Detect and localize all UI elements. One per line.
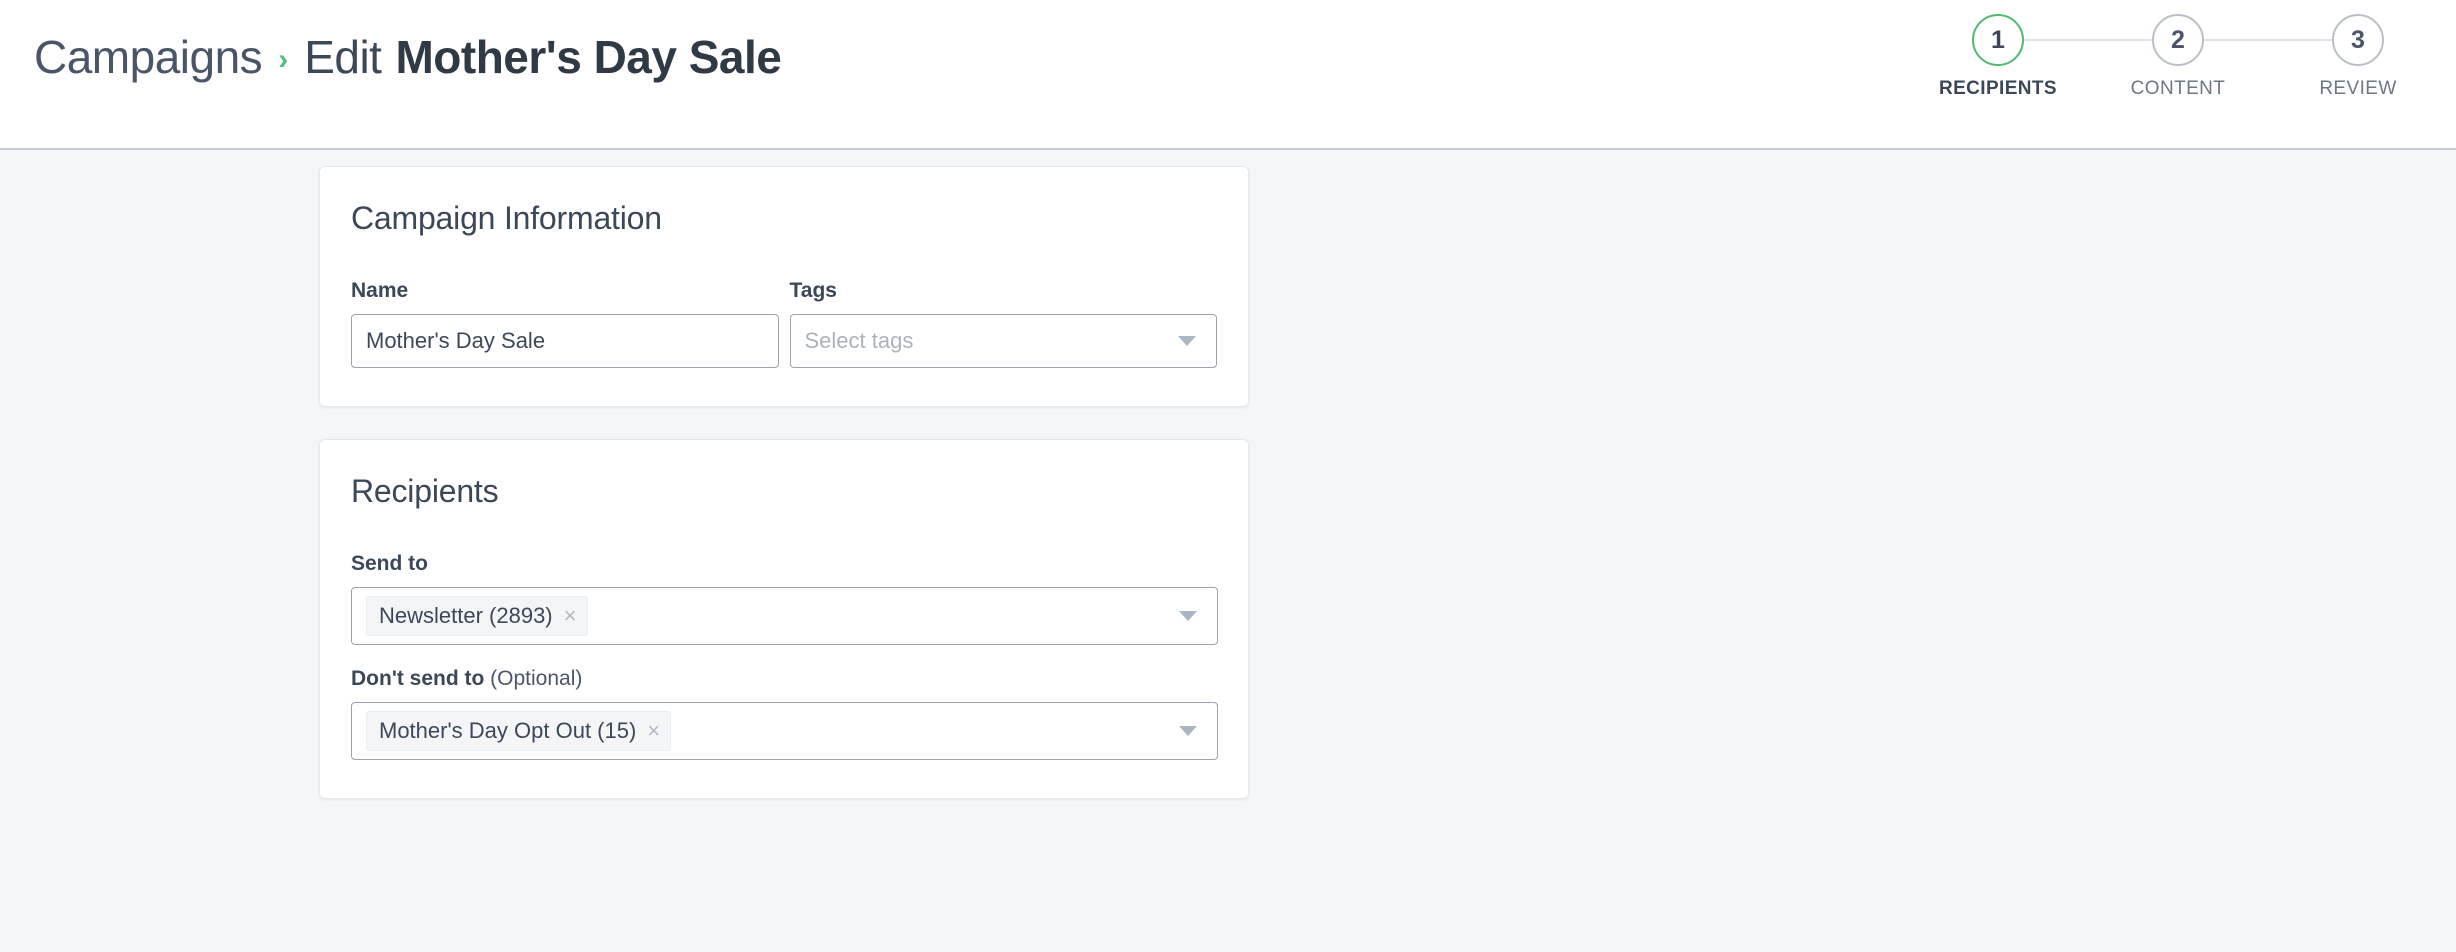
dont-send-to-select[interactable]: Mother's Day Opt Out (15) × <box>351 702 1218 760</box>
campaign-information-card: Campaign Information Name Mother's Day S… <box>319 166 1249 407</box>
step-content-label: CONTENT <box>2131 78 2226 100</box>
step-content[interactable]: 2 CONTENT <box>2108 14 2248 100</box>
send-to-label: Send to <box>351 552 1218 576</box>
dont-send-to-optional-text: (Optional) <box>490 667 582 690</box>
chevron-down-icon <box>1179 611 1197 621</box>
dont-send-to-label-text: Don't send to <box>351 667 484 690</box>
step-recipients-number: 1 <box>1972 14 2024 66</box>
chevron-down-icon <box>1178 336 1196 346</box>
chevron-right-icon: › <box>278 43 288 77</box>
send-to-field-group: Send to Newsletter (2893) × <box>351 552 1218 645</box>
close-icon[interactable]: × <box>647 720 660 742</box>
close-icon[interactable]: × <box>564 605 577 627</box>
wizard-stepper: 1 RECIPIENTS 2 CONTENT 3 REVIEW <box>1928 14 2428 100</box>
chevron-down-icon <box>1179 726 1197 736</box>
breadcrumb-action: Edit <box>304 30 381 84</box>
step-content-number: 2 <box>2152 14 2204 66</box>
name-input-value: Mother's Day Sale <box>366 328 545 354</box>
send-to-select[interactable]: Newsletter (2893) × <box>351 587 1218 645</box>
tags-select-placeholder: Select tags <box>805 328 914 354</box>
dont-send-to-chip-label: Mother's Day Opt Out (15) <box>379 718 636 744</box>
page-header: Campaigns › Edit Mother's Day Sale 1 REC… <box>0 0 2456 150</box>
dont-send-to-label: Don't send to (Optional) <box>351 667 1218 691</box>
step-review-number: 3 <box>2332 14 2384 66</box>
dont-send-to-field-group: Don't send to (Optional) Mother's Day Op… <box>351 667 1218 760</box>
recipients-title: Recipients <box>351 473 1217 510</box>
breadcrumb-campaigns-link[interactable]: Campaigns <box>34 30 262 84</box>
tags-label: Tags <box>790 279 1218 303</box>
step-recipients-label: RECIPIENTS <box>1939 78 2057 100</box>
send-to-chip-label: Newsletter (2893) <box>379 603 553 629</box>
tags-select[interactable]: Select tags <box>790 314 1218 368</box>
page-title: Mother's Day Sale <box>395 30 781 84</box>
step-recipients[interactable]: 1 RECIPIENTS <box>1928 14 2068 100</box>
name-field-group: Name Mother's Day Sale <box>351 279 779 368</box>
campaign-information-fields: Name Mother's Day Sale Tags Select tags <box>351 279 1217 368</box>
step-review-label: REVIEW <box>2319 78 2396 100</box>
campaign-information-title: Campaign Information <box>351 200 1217 237</box>
step-review[interactable]: 3 REVIEW <box>2288 14 2428 100</box>
dont-send-to-chip[interactable]: Mother's Day Opt Out (15) × <box>366 711 671 751</box>
main-content: Campaign Information Name Mother's Day S… <box>0 150 2456 799</box>
name-label: Name <box>351 279 779 303</box>
recipients-card: Recipients Send to Newsletter (2893) × D… <box>319 439 1249 799</box>
tags-field-group: Tags Select tags <box>790 279 1218 368</box>
send-to-chip[interactable]: Newsletter (2893) × <box>366 596 588 636</box>
name-input[interactable]: Mother's Day Sale <box>351 314 779 368</box>
breadcrumb: Campaigns › Edit Mother's Day Sale <box>34 30 781 84</box>
